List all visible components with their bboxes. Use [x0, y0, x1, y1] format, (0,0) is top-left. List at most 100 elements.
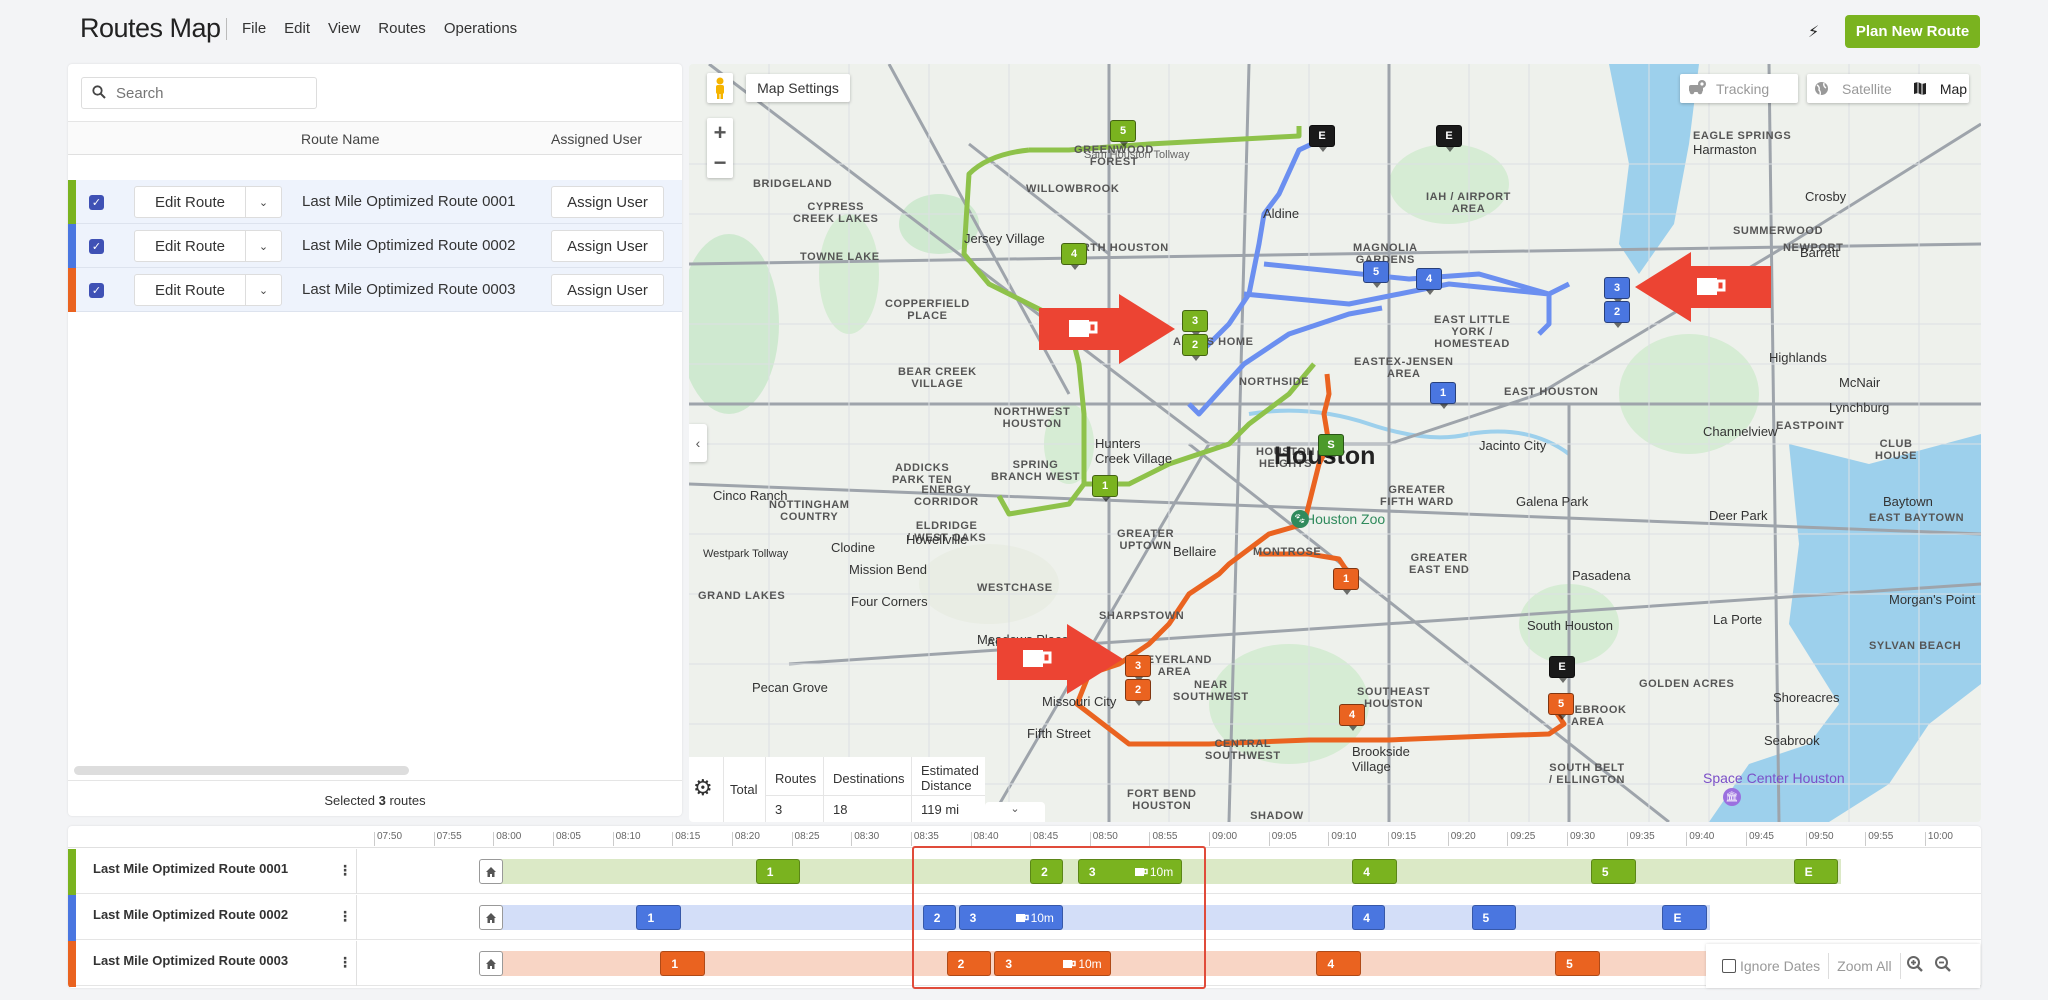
- table-row[interactable]: ✓ Edit Route ⌄ Last Mile Optimized Route…: [68, 224, 682, 268]
- assign-user-button[interactable]: Assign User: [551, 274, 664, 306]
- map-zoom-control: + −: [707, 118, 733, 178]
- route-checkbox[interactable]: ✓: [89, 239, 104, 254]
- home-depot-icon[interactable]: [479, 951, 504, 976]
- column-route-name[interactable]: Route Name: [301, 131, 380, 147]
- timeline-end-stop[interactable]: E: [1662, 905, 1708, 930]
- map-city: Jersey Village: [964, 231, 1045, 246]
- route-name: Last Mile Optimized Route 0003: [302, 281, 516, 298]
- timeline-stop[interactable]: 2: [946, 951, 992, 976]
- chevron-down-icon[interactable]: ⌄: [245, 274, 282, 306]
- edit-route-button[interactable]: Edit Route: [134, 186, 246, 218]
- collapse-panel-chevron-left-icon[interactable]: ‹: [689, 424, 707, 462]
- timeline-stop[interactable]: 2: [922, 905, 956, 930]
- map-marker-blue-3[interactable]: 3: [1604, 277, 1630, 304]
- timeline-stop[interactable]: 3 10m: [1077, 859, 1183, 884]
- map-settings-button[interactable]: Map Settings: [746, 74, 850, 102]
- coffee-cup-icon: [1134, 868, 1148, 876]
- timeline-stop[interactable]: 3 10m: [958, 905, 1063, 930]
- chevron-down-icon[interactable]: ⌄: [245, 186, 282, 218]
- map-marker-end[interactable]: E: [1309, 125, 1335, 152]
- tracking-toggle[interactable]: Tracking: [1680, 74, 1798, 103]
- poi-houston-zoo[interactable]: Houston Zoo: [1305, 511, 1385, 527]
- table-header: Route Name Assigned User: [68, 121, 682, 155]
- timeline-stop[interactable]: 1: [660, 951, 706, 976]
- map-marker-green-2[interactable]: 2: [1182, 334, 1208, 361]
- timeline-tick: 09:15: [1388, 832, 1416, 846]
- satellite-button[interactable]: Satellite: [1807, 81, 1906, 97]
- timeline-stop[interactable]: 1: [636, 905, 682, 930]
- timeline-stop[interactable]: 4: [1316, 951, 1362, 976]
- zoom-out-icon[interactable]: [1929, 955, 1957, 978]
- map-marker-orange-3[interactable]: 3: [1125, 655, 1151, 682]
- route-checkbox[interactable]: ✓: [89, 283, 104, 298]
- lightning-bolt-icon[interactable]: ⚡︎: [1808, 22, 1819, 42]
- home-depot-icon[interactable]: [479, 905, 504, 930]
- menu-file[interactable]: File: [242, 20, 266, 37]
- routes-table-body: ✓ Edit Route ⌄ Last Mile Optimized Route…: [68, 180, 682, 312]
- column-assigned-user[interactable]: Assigned User: [551, 131, 642, 147]
- map-view-button[interactable]: Map: [1906, 81, 1981, 97]
- paw-icon[interactable]: 🐾︎: [1291, 510, 1309, 528]
- table-row[interactable]: ✓ Edit Route ⌄ Last Mile Optimized Route…: [68, 268, 682, 312]
- gear-icon[interactable]: ⚙︎: [693, 775, 719, 801]
- timeline-stop[interactable]: 4: [1352, 859, 1397, 884]
- map-marker-orange-1[interactable]: 1: [1333, 568, 1359, 595]
- menu-view[interactable]: View: [328, 20, 360, 37]
- timeline-tick: 09:10: [1328, 832, 1356, 846]
- stats-collapse-chevron-icon[interactable]: ⌄: [985, 802, 1045, 822]
- zoom-in-button[interactable]: +: [707, 118, 733, 148]
- map-marker-orange-4[interactable]: 4: [1339, 704, 1365, 731]
- timeline-stop[interactable]: 5: [1590, 859, 1636, 884]
- ignore-dates-checkbox[interactable]: Ignore Dates: [1706, 953, 1830, 979]
- chevron-down-icon[interactable]: ⌄: [245, 230, 282, 262]
- poi-space-center[interactable]: Space Center Houston: [1703, 770, 1845, 786]
- museum-icon[interactable]: 🏛︎: [1723, 788, 1741, 806]
- timeline-stop[interactable]: 1: [755, 859, 801, 884]
- timeline-stop[interactable]: 5: [1471, 905, 1517, 930]
- routes-map[interactable]: BRIDGELAND CYPRESS CREEK LAKES TOWNE LAKE…: [689, 64, 1981, 822]
- map-marker-green-5[interactable]: 5: [1110, 120, 1136, 147]
- destinations-header: Destinations: [833, 771, 905, 786]
- map-marker-green-3[interactable]: 3: [1182, 310, 1208, 337]
- timeline-stop[interactable]: 2: [1030, 859, 1063, 884]
- timeline-end-stop[interactable]: E: [1793, 859, 1839, 884]
- search-field[interactable]: [81, 77, 317, 109]
- timeline-stop[interactable]: 3 10m: [994, 951, 1111, 976]
- assign-user-button[interactable]: Assign User: [551, 230, 664, 262]
- map-marker-orange-5[interactable]: 5: [1548, 693, 1574, 720]
- street-view-pegman-icon[interactable]: [707, 73, 733, 103]
- kebab-menu-icon[interactable]: ⋮: [338, 908, 352, 925]
- map-marker-end[interactable]: E: [1549, 656, 1575, 683]
- home-depot-icon[interactable]: [479, 859, 504, 884]
- kebab-menu-icon[interactable]: ⋮: [338, 862, 352, 879]
- map-marker-blue-1[interactable]: 1: [1430, 382, 1456, 409]
- map-marker-green-1[interactable]: 1: [1092, 475, 1118, 502]
- map-marker-blue-4[interactable]: 4: [1416, 268, 1442, 295]
- edit-route-button[interactable]: Edit Route: [134, 230, 246, 262]
- horizontal-scrollbar[interactable]: [74, 766, 409, 775]
- search-input[interactable]: [116, 84, 296, 102]
- timeline-stop[interactable]: 4: [1352, 905, 1386, 930]
- zoom-in-icon[interactable]: [1901, 955, 1929, 978]
- map-marker-blue-5[interactable]: 5: [1363, 261, 1389, 288]
- assign-user-button[interactable]: Assign User: [551, 186, 664, 218]
- timeline-tick: 10:00: [1924, 832, 1953, 846]
- map-marker-end[interactable]: E: [1436, 125, 1462, 152]
- map-marker-start[interactable]: S: [1318, 434, 1344, 461]
- zoom-all-button[interactable]: Zoom All: [1829, 953, 1901, 979]
- timeline-stop[interactable]: 5: [1555, 951, 1600, 976]
- edit-route-button[interactable]: Edit Route: [134, 274, 246, 306]
- map-marker-orange-2[interactable]: 2: [1125, 679, 1151, 706]
- plan-new-route-button[interactable]: Plan New Route: [1845, 15, 1980, 48]
- menu-operations[interactable]: Operations: [444, 20, 517, 37]
- table-row[interactable]: ✓ Edit Route ⌄ Last Mile Optimized Route…: [68, 180, 682, 224]
- map-label: WILLOWBROOK: [1026, 183, 1120, 195]
- menu-routes[interactable]: Routes: [378, 20, 426, 37]
- route-checkbox[interactable]: ✓: [89, 195, 104, 210]
- map-marker-green-4[interactable]: 4: [1061, 243, 1087, 270]
- zoom-out-button[interactable]: −: [707, 148, 733, 178]
- menu-edit[interactable]: Edit: [284, 20, 310, 37]
- map-marker-blue-2[interactable]: 2: [1604, 301, 1630, 328]
- checkbox-icon[interactable]: [1722, 959, 1736, 973]
- kebab-menu-icon[interactable]: ⋮: [338, 954, 352, 971]
